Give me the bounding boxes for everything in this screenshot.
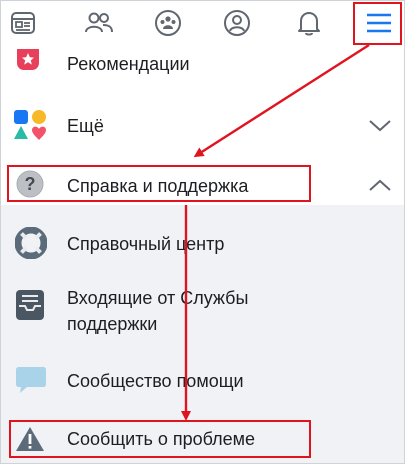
recommendations-icon xyxy=(17,49,39,70)
submenu-item-report-problem[interactable]: Сообщить о проблеме xyxy=(1,419,404,459)
groups-tab[interactable] xyxy=(150,5,186,41)
menu-item-help-support[interactable]: ? Справка и поддержка xyxy=(1,163,404,205)
notifications-tab[interactable] xyxy=(291,5,327,41)
groups-icon xyxy=(155,10,181,36)
feed-tab[interactable] xyxy=(5,5,41,41)
chat-bubble-icon xyxy=(16,367,46,393)
recommendations-label: Рекомендации xyxy=(67,54,190,74)
chevron-up-icon xyxy=(369,179,391,191)
menu-item-more[interactable]: Ещё xyxy=(1,101,404,149)
support-inbox-label-line2: поддержки xyxy=(67,314,158,334)
more-label: Ещё xyxy=(67,116,104,136)
lifebuoy-icon xyxy=(15,227,47,259)
help-center-label: Справочный центр xyxy=(67,234,225,254)
highlight-help-support xyxy=(7,165,311,202)
support-inbox-label-line1: Входящие от Службы xyxy=(67,288,249,308)
profile-icon xyxy=(224,10,250,36)
menu-item-recommendations[interactable]: Рекомендации xyxy=(1,45,404,85)
help-community-label: Сообщество помощи xyxy=(67,371,244,391)
highlight-menu-button xyxy=(353,2,402,45)
submenu-item-help-center[interactable]: Справочный центр xyxy=(1,223,404,263)
more-shapes-icon xyxy=(14,110,46,140)
submenu-item-help-community[interactable]: Сообщество помощи xyxy=(1,361,404,401)
help-submenu: Справочный центр Входящие от Службы подд… xyxy=(1,205,404,463)
profile-tab[interactable] xyxy=(219,5,255,41)
chevron-down-icon xyxy=(369,120,391,132)
friends-icon xyxy=(85,12,113,33)
highlight-report-problem xyxy=(9,420,311,458)
notifications-bell-icon xyxy=(298,12,320,36)
top-nav-bar xyxy=(1,1,404,45)
friends-tab[interactable] xyxy=(81,5,117,41)
inbox-icon xyxy=(16,290,44,320)
submenu-item-support-inbox[interactable]: Входящие от Службы поддержки xyxy=(1,281,404,343)
app-frame: Рекомендации Ещё ? Справка и поддержка С… xyxy=(0,0,405,464)
feed-icon xyxy=(11,12,35,34)
